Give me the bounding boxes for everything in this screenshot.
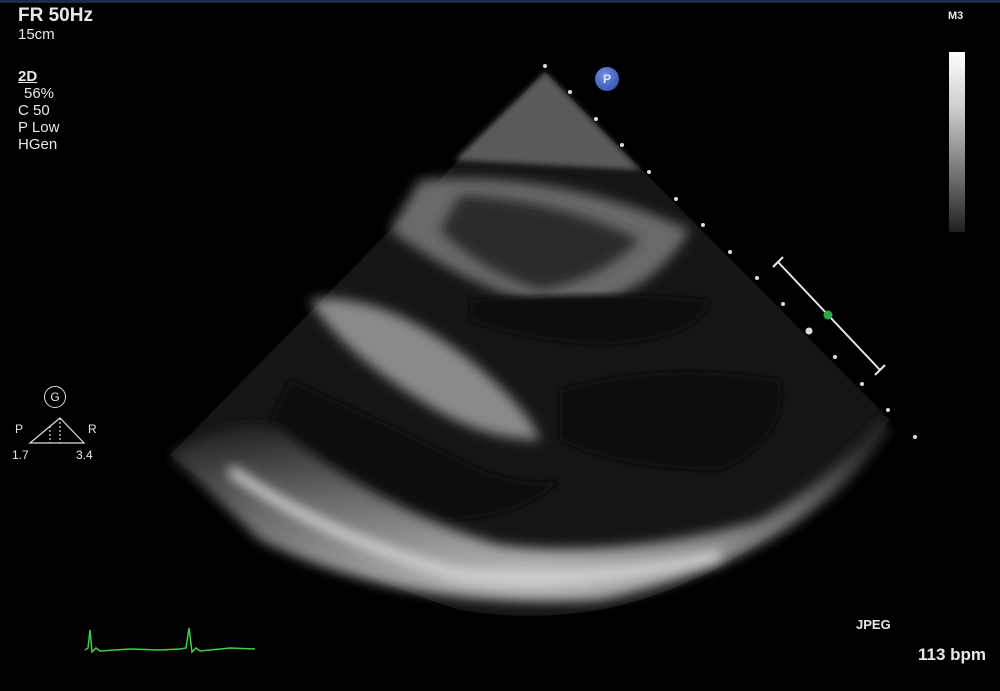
orientation-left-value: 1.7 [12, 448, 29, 462]
orientation-top-label: G [44, 386, 66, 408]
probe-orientation-marker: P [595, 67, 619, 91]
image-format: JPEG [856, 617, 891, 632]
focus-dot [823, 310, 833, 320]
depth: 15cm [18, 26, 55, 43]
imaging-settings: 2D 56% C 50 P Low HGen [18, 68, 59, 153]
orientation-right-value: 3.4 [76, 448, 93, 462]
ecg-trace [84, 627, 256, 654]
orientation-left-label: P [15, 422, 24, 436]
ultrasound-image [28, 64, 917, 654]
acquisition-params: FR 50Hz 15cm [18, 5, 93, 44]
compression-value: C 50 [18, 102, 50, 119]
mode-label: 2D [18, 68, 38, 85]
heart-rate: 113 bpm [918, 645, 987, 664]
gain-value: 56% [24, 85, 55, 102]
frame-rate: FR 50Hz [18, 5, 93, 26]
power-value: P Low [18, 119, 60, 136]
grayscale-map-name: M3 [948, 10, 964, 22]
orientation-right-label: R [88, 422, 97, 436]
orientation-widget: G P R 1.7 3.4 [10, 386, 110, 476]
grayscale-bar [949, 52, 965, 232]
frequency-value: HGen [18, 136, 58, 153]
imaging-sector [170, 72, 890, 616]
